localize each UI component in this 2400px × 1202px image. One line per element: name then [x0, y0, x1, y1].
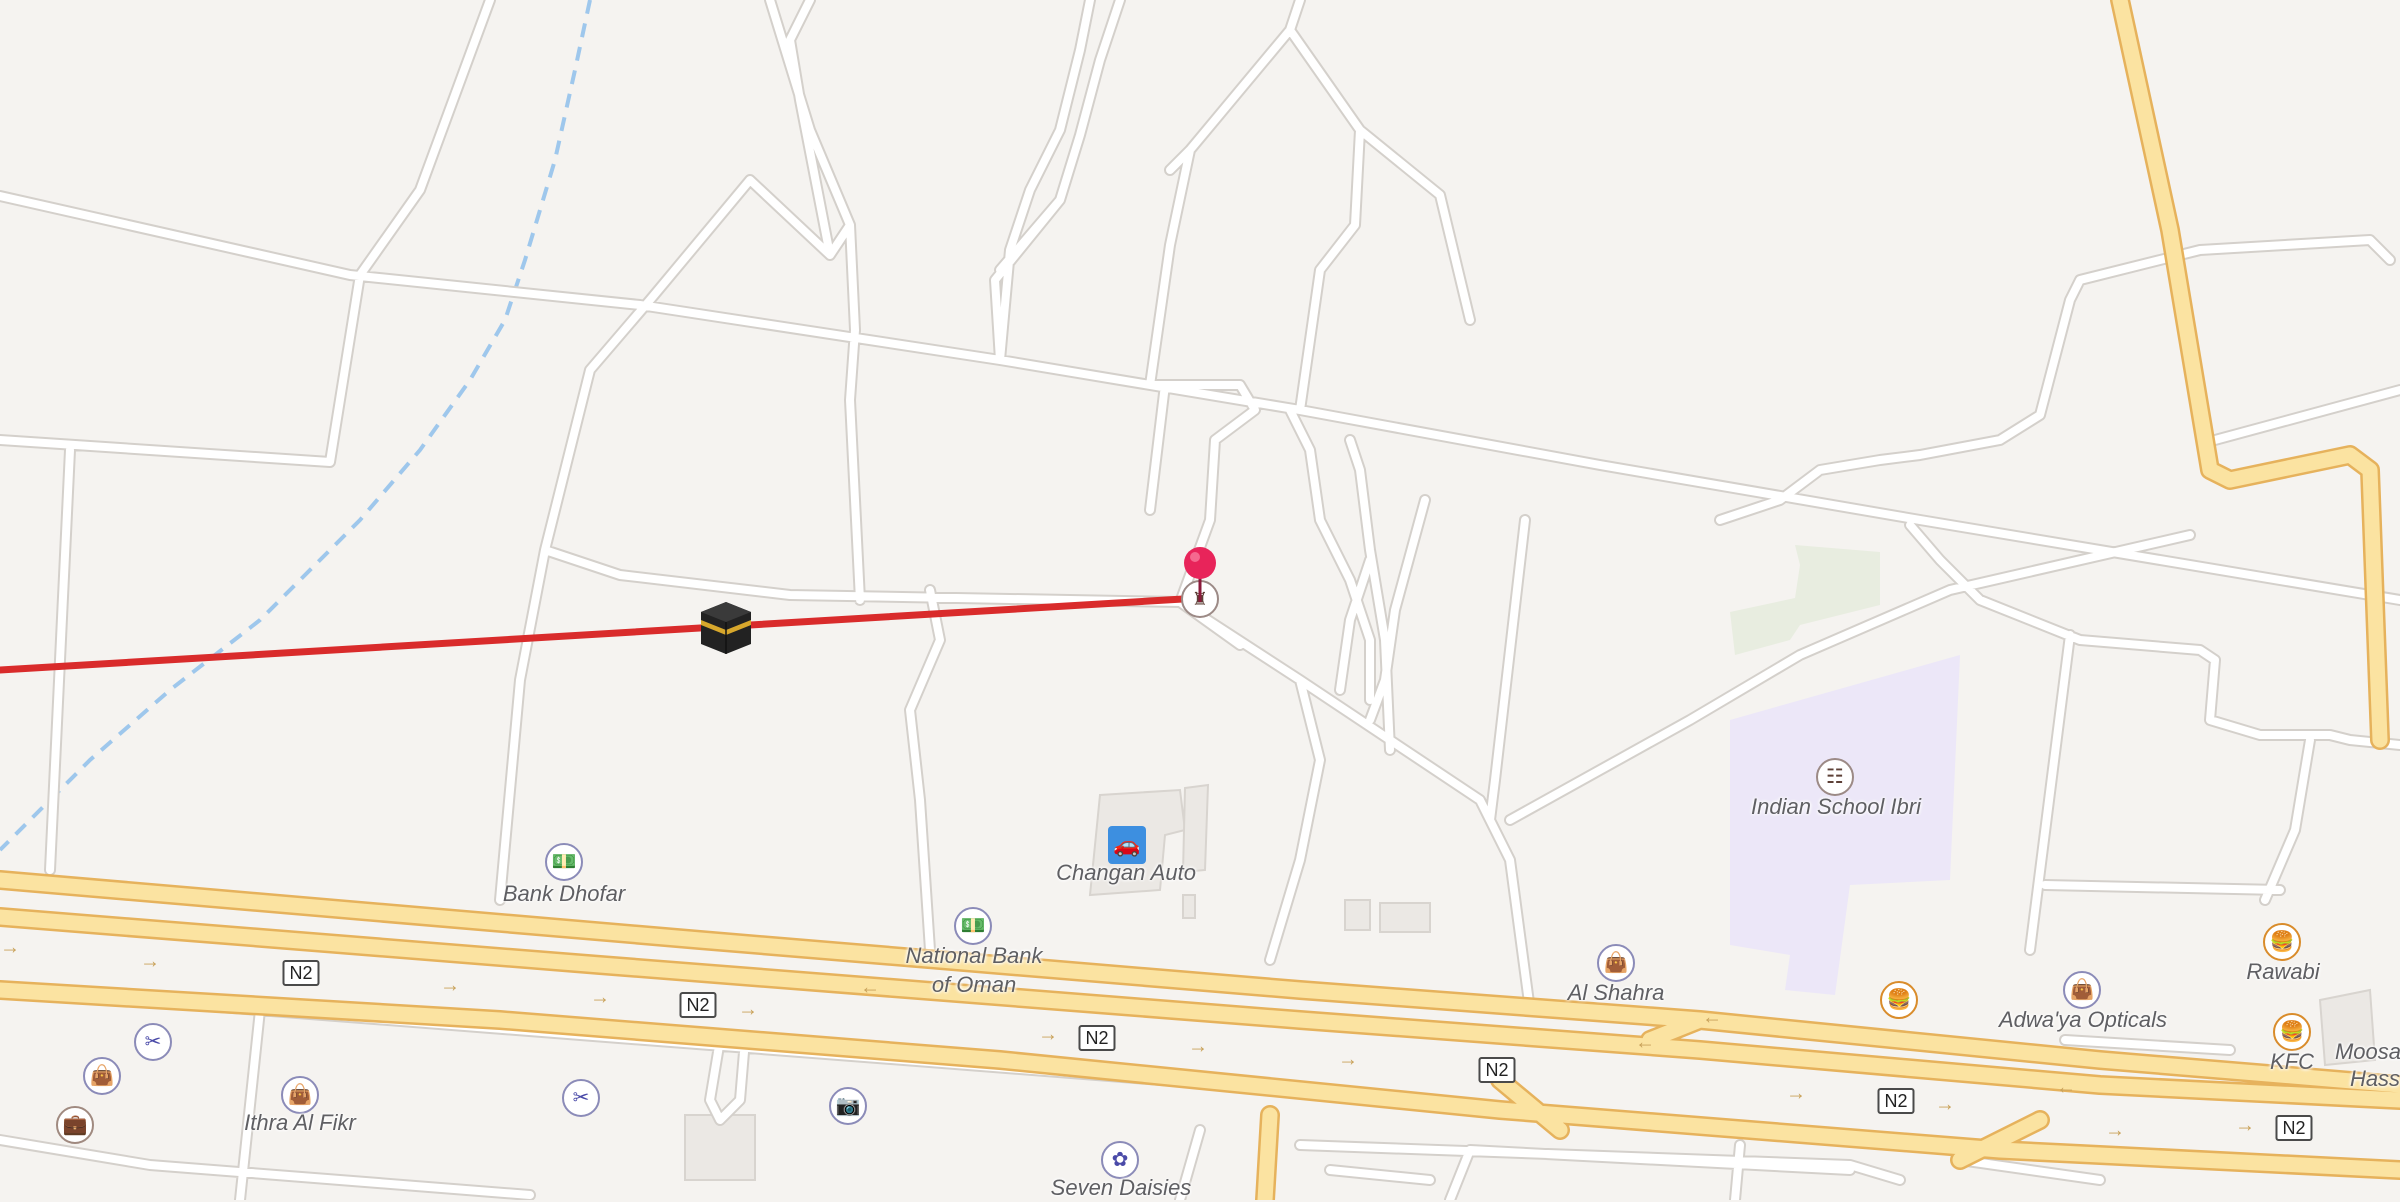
label-indian-school[interactable]: Indian School Ibri: [1751, 792, 1921, 821]
shopping-bag-icon[interactable]: 👜: [2063, 971, 2101, 1009]
shopping-bag-icon[interactable]: 👜: [1597, 944, 1635, 982]
road-shield-n2: N2: [2275, 1115, 2313, 1141]
label-changan-auto[interactable]: Changan Auto: [1056, 858, 1196, 887]
label-adwaya-opticals[interactable]: Adwa'ya Opticals: [1999, 1005, 2167, 1034]
road-shield-n2: N2: [282, 960, 320, 986]
label-ithra-al-fikr[interactable]: Ithra Al Fikr: [244, 1108, 356, 1137]
label-bank-dhofar[interactable]: Bank Dhofar: [503, 879, 625, 908]
label-moosa-line2[interactable]: Hass: [2350, 1064, 2400, 1093]
burger-icon[interactable]: 🍔: [2263, 923, 2301, 961]
school-icon[interactable]: ☷: [1816, 758, 1854, 796]
park-area: [1730, 545, 1880, 655]
luggage-icon[interactable]: 💼: [56, 1106, 94, 1144]
direction-arrow: →: [1935, 1093, 1955, 1116]
direction-arrow: →: [738, 998, 758, 1021]
banknote-icon[interactable]: 💵: [545, 843, 583, 881]
direction-arrow: →: [140, 950, 160, 973]
burger-icon[interactable]: 🍔: [1880, 981, 1918, 1019]
direction-arrow: →: [1038, 1023, 1058, 1046]
map-pin-icon[interactable]: [1182, 546, 1218, 602]
direction-arrow: →: [1786, 1082, 1806, 1105]
direction-arrow: →: [1188, 1035, 1208, 1058]
direction-arrow: →: [2105, 1119, 2125, 1142]
school-area: [1730, 655, 1960, 995]
banknote-icon[interactable]: 💵: [954, 907, 992, 945]
label-al-shahra[interactable]: Al Shahra: [1568, 978, 1665, 1007]
direction-arrow: ←: [1635, 1031, 1655, 1054]
road-shield-n2: N2: [679, 992, 717, 1018]
route-line: [0, 594, 1204, 674]
road-shield-n2: N2: [1078, 1025, 1116, 1051]
road-shield-n2: N2: [1877, 1088, 1915, 1114]
label-moosa[interactable]: Moosa: [2335, 1037, 2400, 1066]
direction-arrow: →: [1338, 1048, 1358, 1071]
label-seven-daisies[interactable]: Seven Daisies: [1051, 1173, 1192, 1202]
shopping-bag-icon[interactable]: 👜: [83, 1057, 121, 1095]
direction-arrow: →: [2235, 1114, 2255, 1137]
direction-arrow: →: [440, 974, 460, 997]
direction-arrow: ←: [2056, 1076, 2076, 1099]
label-national-bank-line2[interactable]: of Oman: [932, 970, 1016, 999]
scissors-icon[interactable]: ✂: [134, 1023, 172, 1061]
camera-icon[interactable]: 📷: [829, 1087, 867, 1125]
burger-icon[interactable]: 🍔: [2273, 1013, 2311, 1051]
kaaba-icon[interactable]: [699, 600, 753, 656]
scissors-icon[interactable]: ✂: [562, 1079, 600, 1117]
direction-arrow: ←: [860, 976, 880, 999]
stream: [0, 0, 592, 852]
road-shield-n2: N2: [1478, 1057, 1516, 1083]
direction-arrow: →: [0, 936, 20, 959]
label-national-bank[interactable]: National Bank: [906, 941, 1043, 970]
direction-arrow: →: [590, 986, 610, 1009]
label-rawabi[interactable]: Rawabi: [2246, 957, 2319, 986]
direction-arrow: ←: [1702, 1006, 1722, 1029]
label-kfc[interactable]: KFC: [2270, 1047, 2314, 1076]
